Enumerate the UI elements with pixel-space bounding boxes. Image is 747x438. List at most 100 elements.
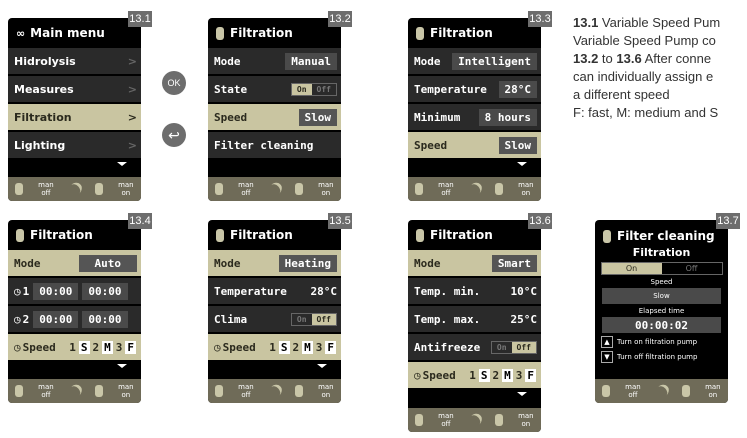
temperature-row[interactable]: Temperature 28°C — [208, 278, 341, 306]
clima-label: Clima — [214, 312, 248, 326]
temp-max-row[interactable]: Temp. max. 25°C — [408, 306, 541, 334]
speed-num: 3 — [315, 340, 323, 354]
menu-item-lighting[interactable]: Lighting > — [8, 132, 141, 160]
speed-value[interactable]: Slow — [602, 288, 721, 304]
badge-13-7: 13.7 — [716, 213, 740, 229]
speed-label: Speed — [22, 340, 56, 354]
scroll-down-icon — [8, 160, 141, 168]
toggle-on: On — [496, 342, 507, 352]
man-on-label: man on — [518, 181, 534, 197]
man-on-label: man on — [118, 383, 134, 399]
screen-title: Filtration — [30, 228, 93, 242]
screen-filtration-smart: Filtration Mode Smart Temp. min. 10°C Temp… — [408, 220, 541, 432]
scroll-down-icon — [408, 160, 541, 168]
speed-num: 2 — [292, 340, 300, 354]
toggle-off: Off — [311, 313, 336, 325]
temperature-row[interactable]: Temperature 28°C — [408, 76, 541, 104]
speed-row[interactable]: Speed Slow — [208, 104, 341, 132]
state-toggle[interactable]: On Off — [290, 82, 337, 96]
state-toggle[interactable]: On Off — [600, 262, 723, 275]
timer-2-row[interactable]: ◷ 2 00:00 00:00 — [8, 306, 141, 334]
clock-icon: ◷ — [414, 368, 421, 382]
badge-13-6: 13.6 — [528, 213, 552, 229]
mode-row[interactable]: Mode Intelligent — [408, 48, 541, 76]
toggle-on: On — [296, 314, 307, 324]
temperature-value: 28°C — [310, 284, 338, 298]
timer-end[interactable]: 00:00 — [82, 282, 128, 300]
caption-ref: 13.1 — [573, 15, 599, 30]
turn-off-action[interactable]: ▼ Turn off filtration pump — [601, 351, 722, 363]
mode-row[interactable]: Mode Manual — [208, 48, 341, 76]
light-icon — [295, 385, 304, 397]
header: Filtration — [208, 220, 341, 250]
screen-title: Filtration — [230, 228, 293, 242]
speed-label: Speed — [414, 138, 448, 152]
caption-text: Variable Speed Pum — [598, 15, 721, 30]
minimum-row[interactable]: Minimum 8 hours — [408, 104, 541, 132]
wifi-icon — [464, 410, 485, 430]
state-toggle-wrap: On Off — [595, 262, 728, 275]
state-row[interactable]: State On Off — [208, 76, 341, 104]
speed-row[interactable]: ◷ Speed 1 S 2 M 3 F — [208, 334, 341, 362]
speed-label: Speed — [650, 278, 673, 286]
mode-value: Auto — [78, 254, 137, 272]
clima-row[interactable]: Clima On Off — [208, 306, 341, 334]
speed-row[interactable]: ◷ Speed 1 S 2 M 3 F — [408, 362, 541, 390]
man-off-label: man off — [238, 181, 254, 197]
menu-item-filtration[interactable]: Filtration > — [8, 104, 141, 132]
footer-bar: man off man on — [408, 177, 541, 201]
speed-selector[interactable]: 1S2M3F — [67, 340, 137, 354]
timer-start[interactable]: 00:00 — [33, 310, 79, 328]
speed-selector[interactable]: 1S2M3F — [467, 368, 537, 382]
screen-title: Filter cleaning — [617, 229, 715, 243]
antifreeze-toggle[interactable]: On Off — [490, 340, 537, 354]
light-icon — [495, 414, 504, 426]
filter-icon — [216, 228, 224, 242]
speed-row[interactable]: Speed Slow — [408, 132, 541, 160]
timer-start[interactable]: 00:00 — [33, 282, 79, 300]
action-label: Turn on filtration pump — [617, 338, 698, 346]
screen-title: Filtration — [430, 228, 493, 242]
filter-icon — [416, 228, 424, 242]
filter-cleaning-row[interactable]: Filter cleaning — [208, 132, 341, 160]
wifi-icon — [264, 179, 285, 199]
clima-toggle[interactable]: On Off — [290, 312, 337, 326]
elapsed-value: 00:00:02 — [602, 317, 721, 333]
chevron-right-icon: > — [127, 82, 137, 96]
temperature-label: Temperature — [414, 82, 487, 96]
back-button[interactable]: ↩ — [162, 123, 186, 147]
badge-13-2: 13.2 — [328, 11, 352, 27]
antifreeze-row[interactable]: Antifreeze On Off — [408, 334, 541, 362]
header: Filtration — [208, 18, 341, 48]
caption-text: to — [598, 51, 617, 66]
speed-label: Speed — [222, 340, 256, 354]
menu-item-hidrolysis[interactable]: Hidrolysis > — [8, 48, 141, 76]
mode-row[interactable]: Mode Smart — [408, 250, 541, 278]
badge-13-5: 13.5 — [328, 213, 352, 229]
turn-on-action[interactable]: ▲ Turn on filtration pump — [601, 336, 722, 348]
timer-number: 2 — [22, 312, 30, 326]
caption-ref: 13.2 — [573, 51, 599, 66]
menu-item-measures[interactable]: Measures > — [8, 76, 141, 104]
speed-selector[interactable]: 1S2M3F — [267, 340, 337, 354]
speed-medium: M — [102, 340, 113, 354]
man-off-label: man off — [38, 383, 54, 399]
screen-filtration-heating: Filtration Mode Heating Temperature 28°C C… — [208, 220, 341, 403]
header: Filtration — [408, 18, 541, 48]
minimum-value: 8 hours — [478, 108, 537, 126]
light-icon — [95, 385, 104, 397]
speed-value: Slow — [498, 136, 537, 154]
elapsed-label: Elapsed time — [638, 307, 685, 315]
caption-text: After conne — [641, 51, 712, 66]
speed-num: 3 — [515, 368, 523, 382]
mode-label: Mode — [214, 256, 241, 270]
timer-1-row[interactable]: ◷ 1 00:00 00:00 — [8, 278, 141, 306]
mode-row[interactable]: Mode Auto — [8, 250, 141, 278]
speed-row[interactable]: ◷ Speed 1 S 2 M 3 F — [8, 334, 141, 362]
screen-filtration-manual: Filtration Mode Manual State On Off Speed Sl… — [208, 18, 341, 201]
timer-end[interactable]: 00:00 — [82, 310, 128, 328]
toggle-on: On — [601, 263, 662, 274]
mode-row[interactable]: Mode Heating — [208, 250, 341, 278]
temp-min-row[interactable]: Temp. min. 10°C — [408, 278, 541, 306]
ok-button[interactable]: OK — [162, 71, 186, 95]
